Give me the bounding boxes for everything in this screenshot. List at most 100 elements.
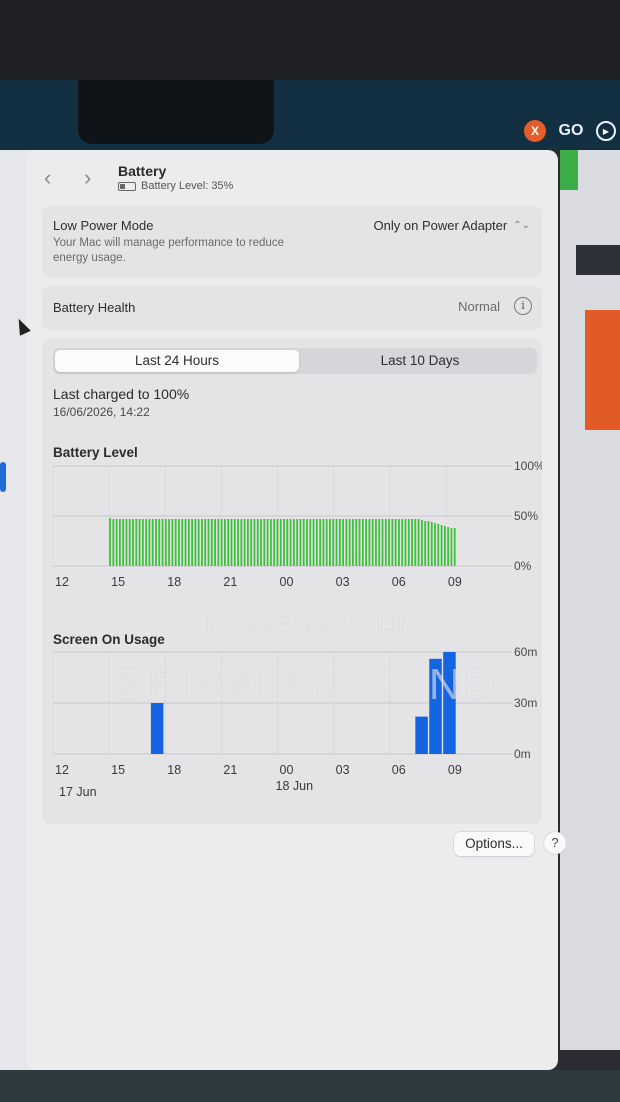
chart-bar: [201, 519, 203, 566]
chart-bar: [342, 519, 345, 566]
chart-bar: [266, 519, 269, 566]
chart-bar: [118, 519, 121, 566]
chart-bar: [125, 519, 128, 566]
screen-bezel: [0, 0, 620, 80]
chart-bar: [161, 519, 164, 566]
chart-bar: [178, 519, 180, 566]
help-button[interactable]: ?: [544, 832, 566, 854]
tab-last-24-hours[interactable]: Last 24 Hours: [55, 350, 299, 372]
chart-bar: [325, 519, 328, 566]
y-tick-label: 50%: [514, 509, 538, 523]
menu-bar-icons: X GO ▶: [524, 120, 616, 142]
chart-bar: [138, 519, 141, 566]
x-tick-label: 15: [111, 575, 125, 589]
x-tick-label: 06: [392, 575, 406, 589]
chart-bar: [227, 519, 230, 566]
chart-bar: [365, 519, 367, 566]
chart-bar: [447, 527, 450, 566]
chart-bar: [132, 519, 134, 566]
x-app-icon[interactable]: X: [524, 120, 546, 142]
chart-bar: [260, 519, 262, 566]
tab-last-10-days[interactable]: Last 10 Days: [305, 350, 535, 372]
chart-bar: [404, 519, 407, 566]
chart-bar: [361, 519, 364, 566]
chart-bar: [115, 519, 118, 566]
chart-bar: [122, 519, 125, 566]
chart-bar: [155, 519, 157, 566]
low-power-mode-description: Your Mac will manage performance to redu…: [53, 237, 284, 264]
chart-bar: [388, 519, 390, 566]
battery-health-value: Normal: [458, 299, 500, 314]
battery-settings-panel: ‹ › Battery Battery Level: 35% Low Power…: [26, 150, 566, 1070]
chart-bar: [309, 519, 312, 566]
chart-bar: [394, 519, 397, 566]
chart-bar: [145, 519, 148, 566]
y-tick-label: 0%: [514, 559, 532, 573]
chart-bar: [440, 525, 443, 566]
x-tick-label: 21: [223, 575, 237, 589]
chart-bar: [250, 519, 253, 566]
chart-bar: [329, 519, 331, 566]
chart-bar: [306, 519, 308, 566]
battery-icon: [118, 181, 136, 191]
x-tick-label: 03: [336, 763, 350, 777]
date-label: 18 Jun: [276, 779, 314, 793]
x-tick-label: 06: [392, 763, 406, 777]
chart-bar: [158, 519, 161, 566]
chart-bar: [415, 716, 428, 754]
battery-health-card: Battery Health Normal i: [42, 286, 542, 330]
chart-bar: [276, 519, 279, 566]
chart-bar: [128, 519, 131, 566]
low-power-mode-label: Low Power Mode: [53, 218, 154, 233]
low-power-mode-card: Low Power Mode Your Mac will manage perf…: [42, 206, 542, 278]
last-charged-time: 16/06/2026, 14:22: [53, 405, 150, 419]
chart-bar: [135, 519, 138, 566]
chevron-updown-icon: ⌃⌄: [513, 220, 530, 231]
play-circle-icon[interactable]: ▶: [596, 121, 616, 141]
chart-bar: [414, 519, 417, 566]
dock-strip: [0, 1070, 620, 1102]
chevron-left-icon[interactable]: ‹: [44, 167, 51, 189]
range-segmented-control: Last 24 Hours Last 10 Days: [53, 348, 537, 374]
chart-bar: [378, 519, 381, 566]
chart-bar: [150, 703, 164, 754]
chart-bar: [286, 519, 289, 566]
chart-bar: [240, 519, 243, 566]
chart-bar: [429, 658, 442, 754]
low-power-mode-value: Only on Power Adapter: [373, 218, 508, 233]
chevron-right-icon[interactable]: ›: [84, 167, 91, 189]
chart-bar: [319, 519, 322, 566]
last-charged-title: Last charged to 100%: [53, 386, 190, 402]
battery-health-label: Battery Health: [53, 300, 136, 315]
go-icon[interactable]: GO: [556, 120, 586, 142]
chart-bar: [214, 519, 216, 566]
chart-bar: [381, 519, 384, 566]
chart-bar: [391, 519, 394, 566]
chart-bar: [335, 519, 338, 566]
y-tick-label: 30m: [514, 696, 537, 710]
chart-bar: [434, 523, 436, 566]
chart-bar: [312, 519, 315, 566]
background-green-block: [560, 150, 578, 190]
chart-bar: [233, 519, 236, 566]
chart-bar: [368, 519, 371, 566]
chart-bar: [253, 519, 256, 566]
y-tick-label: 60m: [514, 645, 537, 659]
chart-bar: [384, 519, 387, 566]
chart-bar: [315, 519, 318, 566]
low-power-mode-select[interactable]: Only on Power Adapter ⌃⌄: [374, 218, 530, 233]
battery-level-chart: 100% 50% 0% 12 15 18 21 00 03 06 09: [52, 459, 542, 589]
chart-bar: [358, 519, 361, 566]
chart-bar: [112, 519, 115, 566]
x-tick-label: 18: [167, 763, 181, 777]
chart-bar: [348, 519, 351, 566]
chart-bar: [398, 519, 400, 566]
screen-on-usage-chart: 60m 30m 0m 12 15 18 21 00 03 06 09 17 Jun 18 Jun: [52, 645, 537, 799]
chart-bar: [243, 519, 246, 566]
chart-bar: [263, 519, 266, 566]
chart-bar: [210, 519, 213, 566]
chart-bar: [299, 519, 302, 566]
chart-bar: [375, 519, 377, 566]
options-button[interactable]: Options...: [454, 832, 534, 856]
info-icon[interactable]: i: [514, 297, 532, 315]
